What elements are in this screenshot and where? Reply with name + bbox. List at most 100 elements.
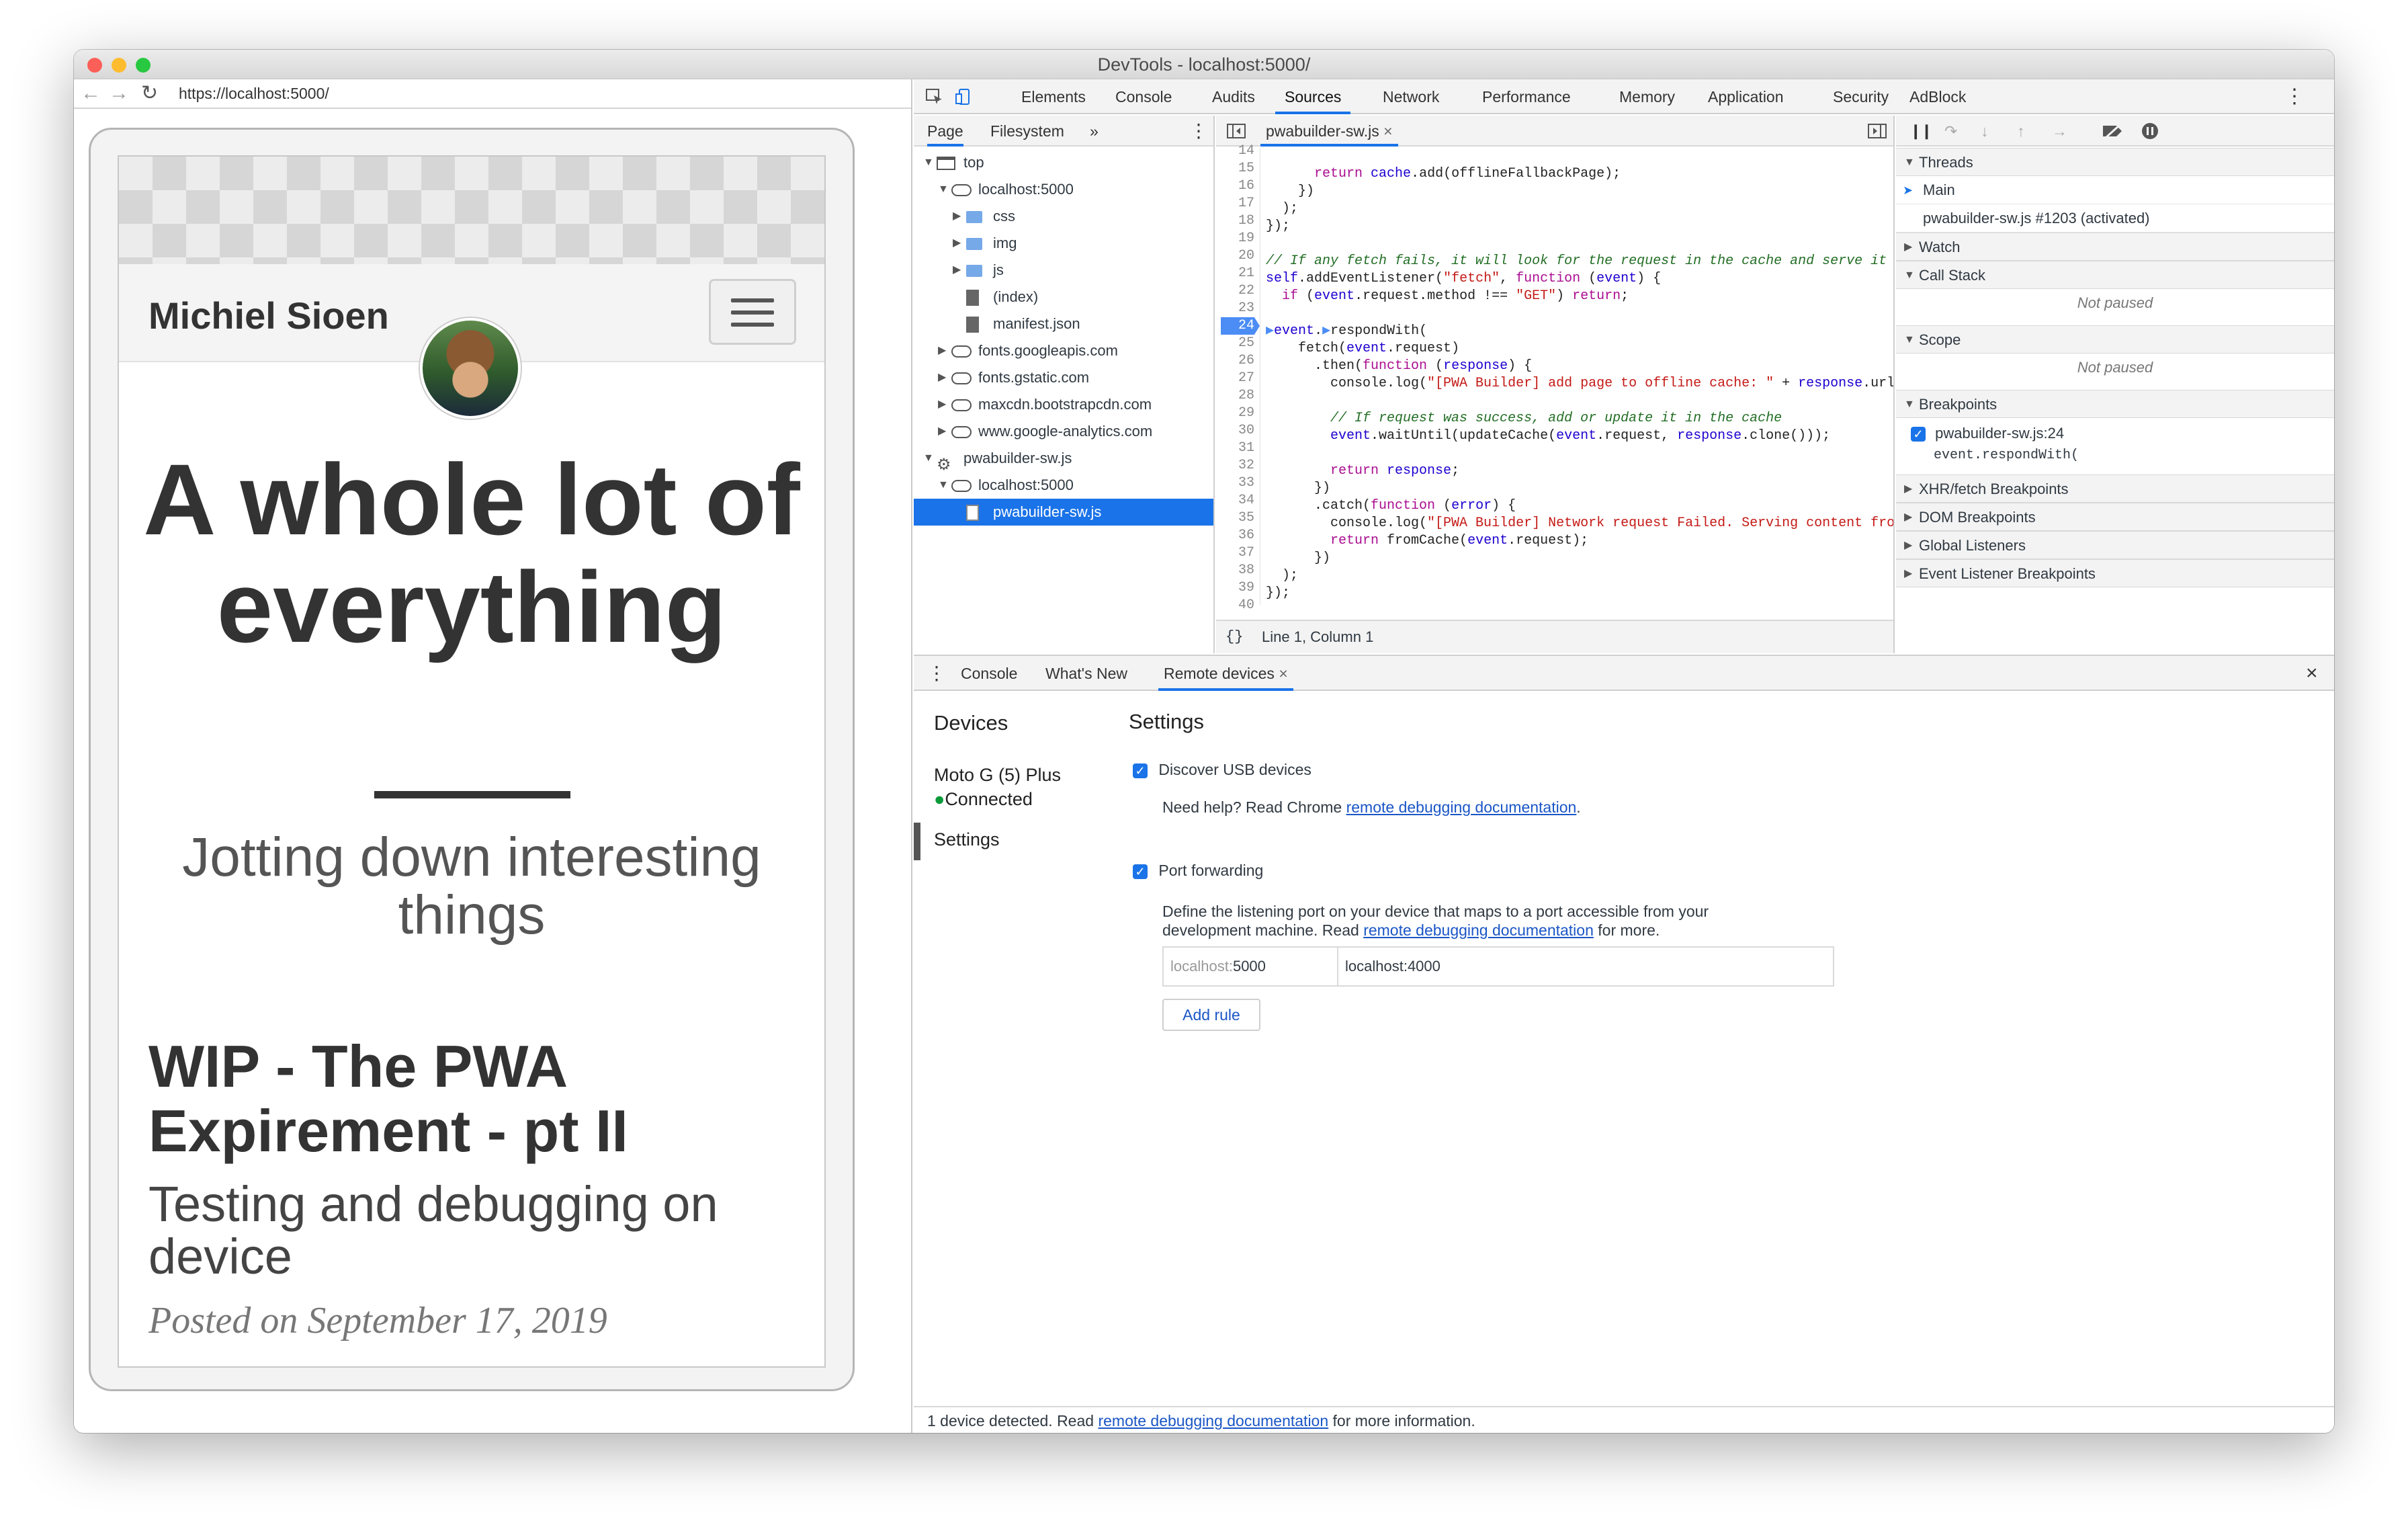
port-forwarding-checkbox[interactable]: ✓ [1133,864,1148,879]
line-number[interactable]: 22 [1238,282,1254,300]
drawer-tab-console[interactable]: Console [961,656,1017,691]
tab-adblock[interactable]: AdBlock [1909,79,1966,114]
tree-item[interactable]: ▶ fonts.googleapis.com [914,337,1213,364]
reload-icon[interactable]: ↻ [141,83,158,104]
navigator-menu-icon[interactable]: ⋮ [1189,116,1208,147]
discover-usb-option[interactable]: ✓ Discover USB devices [1133,761,1312,779]
line-number[interactable]: 27 [1238,370,1254,387]
thread-main[interactable]: ➤ Main [1896,176,2334,204]
close-tab-icon[interactable]: × [1279,665,1287,682]
line-number[interactable]: 30 [1238,422,1254,440]
collapse-icon[interactable]: ▼ [923,149,934,176]
more-tabs-icon[interactable]: » [1090,116,1099,147]
status-docs-link[interactable]: remote debugging documentation [1098,1412,1328,1430]
local-address-field[interactable]: localhost:4000 [1337,946,1834,987]
line-number[interactable]: 29 [1238,405,1254,422]
tab-page[interactable]: Page [927,116,963,147]
pause-icon[interactable]: ❙❙ [1909,116,1933,147]
url-text[interactable]: https://localhost:5000/ [179,85,329,103]
back-icon[interactable]: ← [81,83,101,104]
forward-icon[interactable]: → [109,83,129,104]
line-number-gutter[interactable]: 14 15 16 17 18 19 20 21 22 23 24 25 26 27 28 29 30 31 32 33… [1216,143,1260,613]
tab-network[interactable]: Network [1383,79,1439,114]
line-number[interactable]: 19 [1238,230,1254,247]
line-number[interactable]: 28 [1238,387,1254,405]
line-number[interactable]: 36 [1238,527,1254,544]
breakpoints-section[interactable]: ▼ Breakpoints [1896,390,2334,418]
tab-security[interactable]: Security [1833,79,1889,114]
tab-elements[interactable]: Elements [1021,79,1086,114]
thread-service-worker[interactable]: pwabuilder-sw.js #1203 (activated) [1896,204,2334,233]
tab-application[interactable]: Application [1708,79,1784,114]
line-number[interactable]: 23 [1238,300,1254,317]
call-stack-section[interactable]: ▼ Call Stack [1896,261,2334,289]
step-icon[interactable]: → [2052,116,2067,147]
expand-icon[interactable]: ▶ [938,337,946,364]
line-number[interactable]: 15 [1238,160,1254,177]
collapse-icon[interactable]: ▼ [923,445,934,472]
line-number[interactable]: 26 [1238,352,1254,370]
step-out-icon[interactable]: ↑ [2017,116,2025,147]
inspect-element-icon[interactable] [926,89,943,105]
port-forwarding-option[interactable]: ✓ Port forwarding [1133,862,1263,880]
tab-filesystem[interactable]: Filesystem [990,116,1064,147]
close-tab-icon[interactable]: × [1383,122,1392,140]
line-number[interactable]: 38 [1238,562,1254,579]
post-title[interactable]: WIP - The PWA Expirement - pt II [148,1034,807,1163]
tree-item[interactable]: pwabuilder-sw.js [914,499,1213,526]
expand-icon[interactable]: ▶ [938,391,946,418]
step-into-icon[interactable]: ↓ [1981,116,1989,147]
expand-icon[interactable]: ▶ [938,418,946,445]
collapse-icon[interactable]: ▼ [938,176,949,203]
drawer-tab-whats-new[interactable]: What's New [1045,656,1127,691]
tab-memory[interactable]: Memory [1619,79,1675,114]
line-number[interactable]: 14 [1238,142,1254,160]
tree-item[interactable]: ▶ fonts.gstatic.com [914,364,1213,391]
toggle-debugger-icon[interactable] [1868,116,1887,147]
deactivate-breakpoints-icon[interactable] [2102,116,2124,147]
tree-item[interactable]: ▼ top [914,149,1213,176]
tree-item[interactable]: ▶ css [914,203,1213,230]
tab-audits[interactable]: Audits [1212,79,1255,114]
line-number[interactable]: 40 [1238,597,1254,614]
xhr-breakpoints-section[interactable]: ▶ XHR/fetch Breakpoints [1896,474,2334,503]
dom-breakpoints-section[interactable]: ▶ DOM Breakpoints [1896,503,2334,531]
global-listeners-section[interactable]: ▶ Global Listeners [1896,531,2334,559]
expand-icon[interactable]: ▶ [938,364,946,391]
threads-section[interactable]: ▼ Threads [1896,148,2334,176]
drawer-tab-remote-devices[interactable]: Remote devices × [1158,656,1293,691]
breakpoint-item[interactable]: ✓ pwabuilder-sw.js:24 [1911,425,2064,442]
device-toolbar-icon[interactable] [955,89,973,105]
line-number[interactable]: 35 [1238,509,1254,527]
tree-item[interactable]: ▶ js [914,257,1213,284]
line-number[interactable]: 34 [1238,492,1254,509]
editor-file-tab[interactable]: pwabuilder-sw.js × [1260,116,1398,147]
close-drawer-icon[interactable]: × [2306,656,2318,691]
tab-sources[interactable]: Sources [1275,79,1351,114]
tree-item[interactable]: (index) [914,284,1213,311]
pretty-print-button[interactable]: {} [1226,621,1243,653]
tree-item[interactable]: ▶ maxcdn.bootstrapcdn.com [914,391,1213,418]
tab-console[interactable]: Console [1115,79,1172,114]
breakpoint-marker[interactable]: 24 [1221,317,1260,335]
breakpoint-checkbox[interactable]: ✓ [1911,427,1926,442]
step-over-icon[interactable]: ↷ [1944,116,1957,147]
line-number[interactable]: 25 [1238,335,1254,352]
tree-item[interactable]: ▶ img [914,230,1213,257]
pf-docs-link[interactable]: remote debugging documentation [1363,921,1594,939]
line-number[interactable]: 32 [1238,457,1254,474]
collapse-icon[interactable]: ▼ [938,472,949,499]
remote-docs-link[interactable]: remote debugging documentation [1346,798,1577,816]
minimize-window-button[interactable] [112,58,126,73]
settings-nav-item[interactable]: Settings [934,829,1000,850]
event-listener-breakpoints-section[interactable]: ▶ Event Listener Breakpoints [1896,559,2334,587]
line-number[interactable]: 39 [1238,579,1254,597]
zoom-window-button[interactable] [136,58,150,73]
pause-on-exceptions-icon[interactable] [2141,116,2159,147]
tab-performance[interactable]: Performance [1482,79,1571,114]
site-name[interactable]: Michiel Sioen [148,294,389,337]
line-number[interactable]: 18 [1238,212,1254,230]
tree-item[interactable]: manifest.json [914,311,1213,337]
expand-icon[interactable]: ▶ [953,257,961,284]
line-number[interactable]: 21 [1238,265,1254,282]
